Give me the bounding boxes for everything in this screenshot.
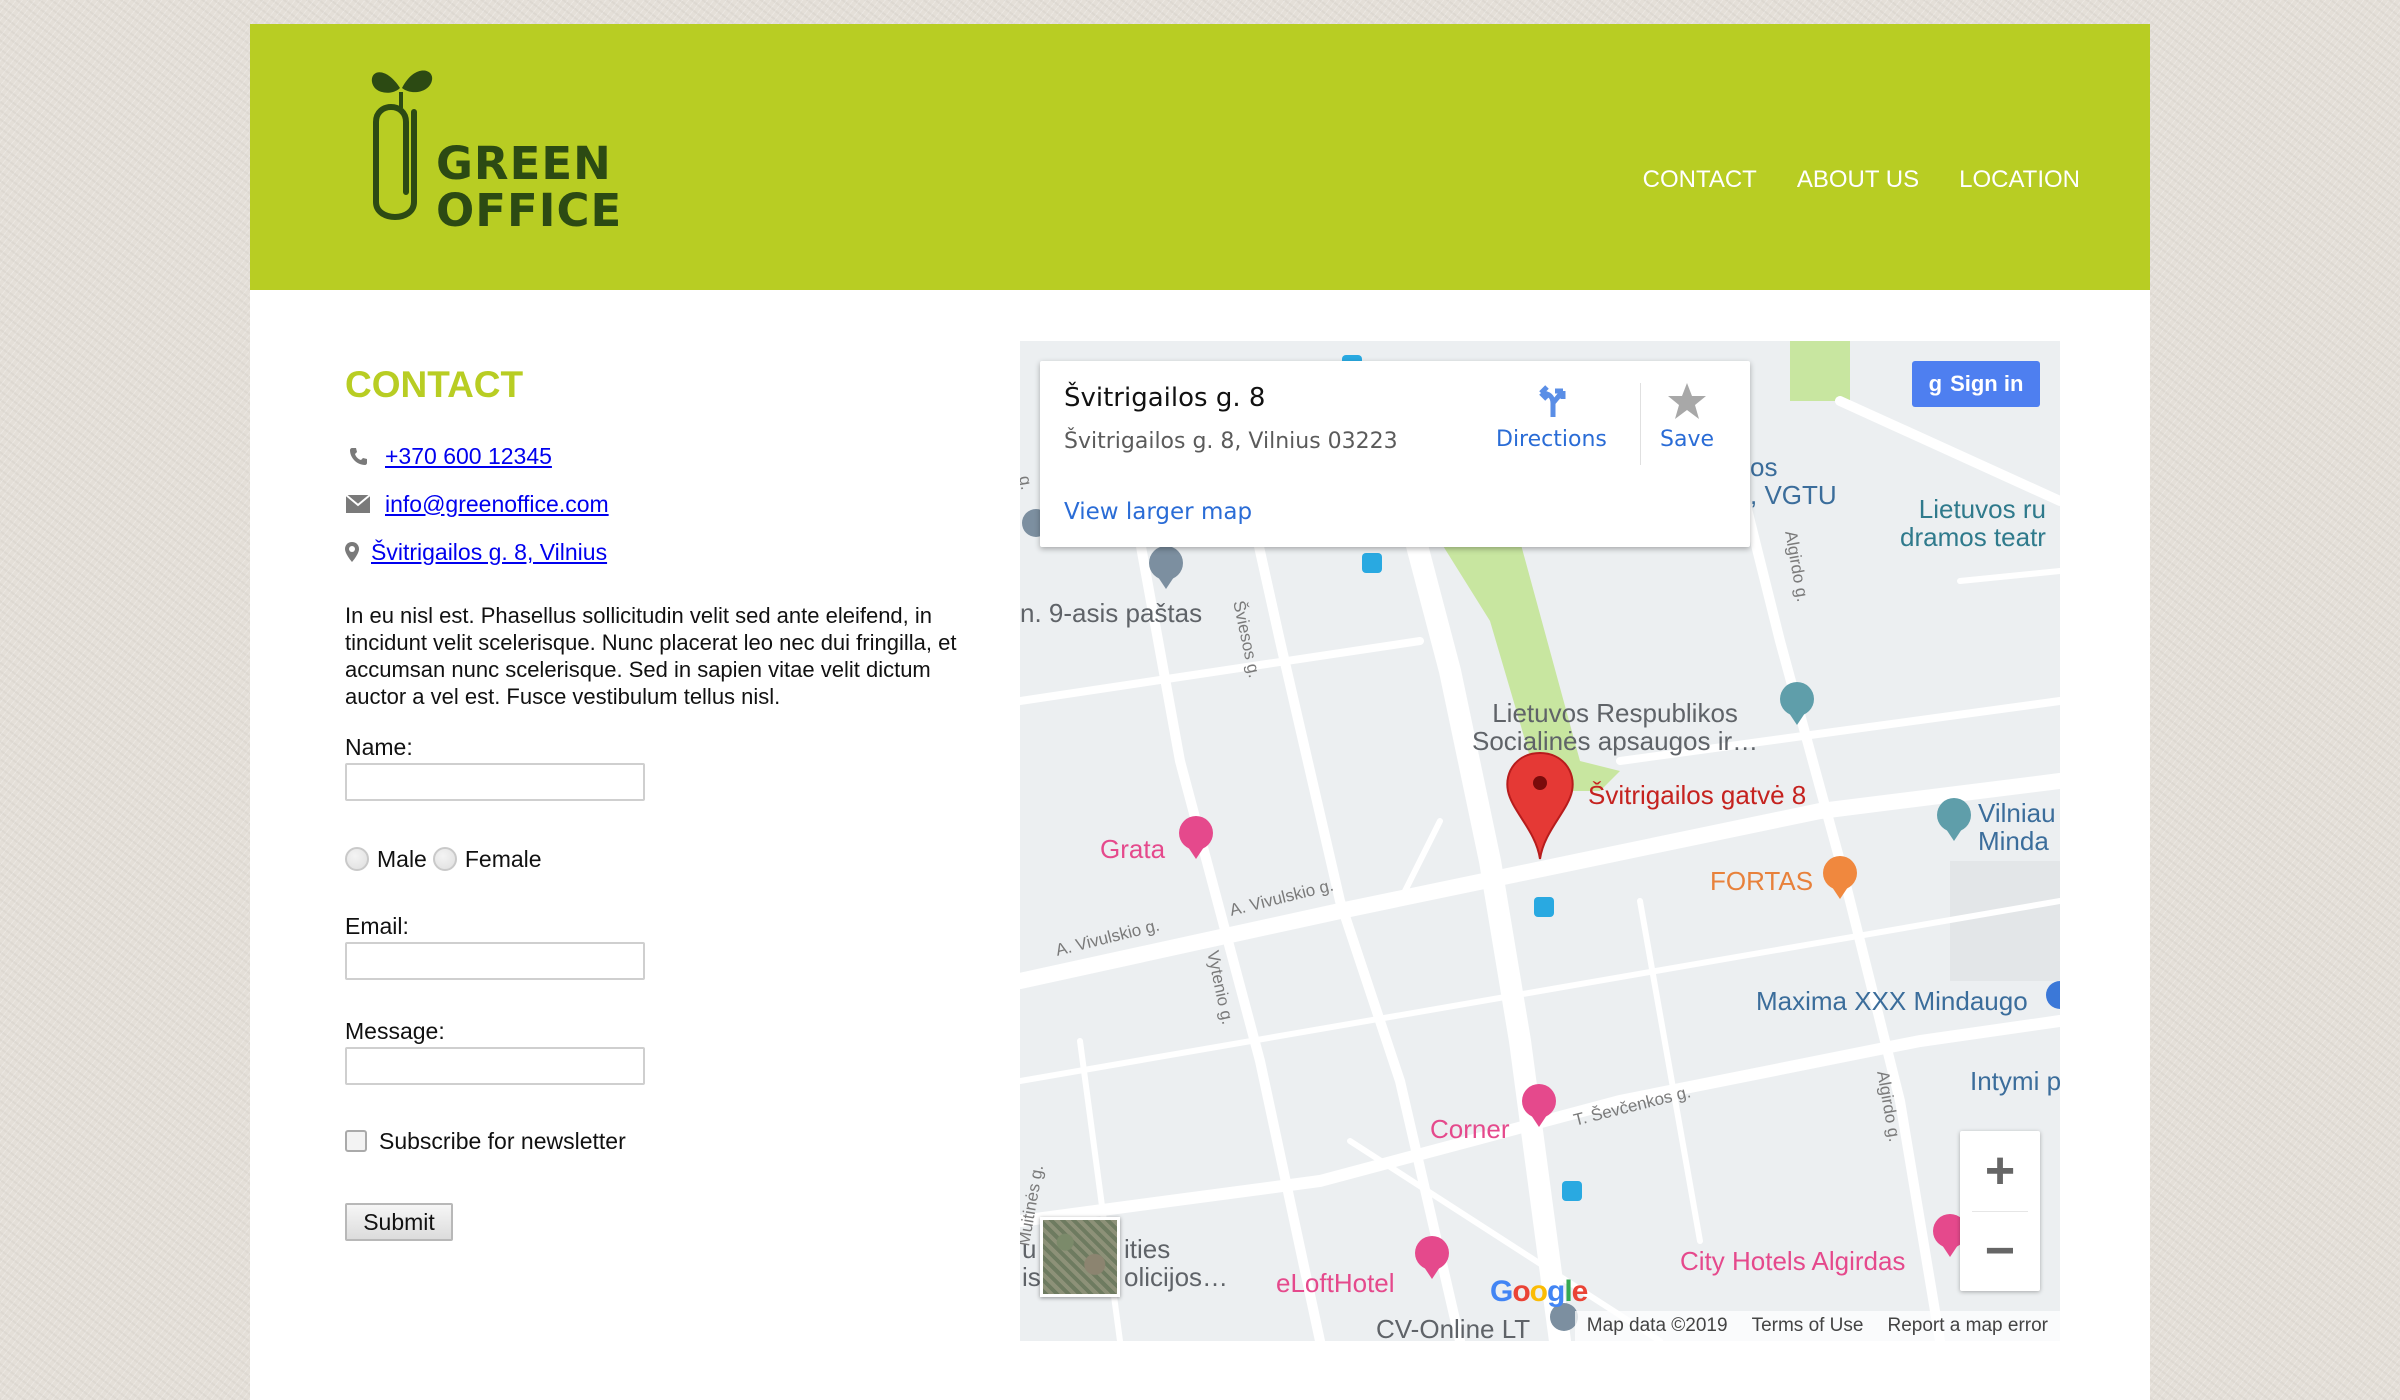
poi-grata[interactable]: Grata <box>1100 835 1165 863</box>
poi-maxima[interactable]: Maxima XXX Mindaugo <box>1756 987 2028 1015</box>
logo-text: GREEN OFFICE <box>436 140 622 234</box>
subscribe-label: Subscribe for newsletter <box>379 1127 626 1154</box>
place-address: Švitrigailos g. 8, Vilnius 03223 <box>1064 429 1398 454</box>
map-data-text: Map data ©2019 <box>1586 1315 1728 1336</box>
email-link[interactable]: info@greenoffice.com <box>385 491 609 518</box>
map-pin-icon <box>345 541 359 563</box>
directions-button[interactable]: Directions <box>1496 381 1607 452</box>
star-icon <box>1668 383 1706 419</box>
paperclip-leaf-icon <box>371 70 433 220</box>
email-field[interactable] <box>345 942 645 980</box>
male-radio[interactable] <box>345 847 369 871</box>
name-field[interactable] <box>345 763 645 801</box>
poi-city-police-prefix: u is <box>1022 1234 1041 1292</box>
save-label: Save <box>1660 427 1715 452</box>
female-radio[interactable] <box>432 847 457 871</box>
poi-post-office[interactable]: n. 9-asis paštas <box>1020 599 1202 627</box>
envelope-icon <box>345 493 371 515</box>
message-label: Message: <box>345 1018 445 1044</box>
signin-label: Sign in <box>1950 371 2024 396</box>
poi-city-police[interactable]: ities olicijos… <box>1124 1235 1228 1291</box>
poi-eloft[interactable]: eLoftHotel <box>1276 1269 1395 1297</box>
contact-description: In eu nisl est. Phasellus sollicitudin v… <box>345 603 957 709</box>
site-header: GREEN OFFICE CONTACT ABOUT US LOCATION <box>250 24 2150 290</box>
subscribe-checkbox[interactable] <box>345 1130 367 1152</box>
phone-row: +370 600 12345 <box>345 432 985 480</box>
place-info-card: Švitrigailos g. 8 Švitrigailos g. 8, Vil… <box>1040 361 1750 547</box>
male-label: Male <box>377 845 427 872</box>
map-embed[interactable]: Šviesos g. Algirdo g. A. Vivulskio g. A.… <box>1020 341 2060 1341</box>
poi-ministry[interactable]: Lietuvos Respublikos Socialinės apsaugos … <box>1472 699 1758 755</box>
poi-fortas[interactable]: FORTAS <box>1710 867 1813 895</box>
google-signin-button[interactable]: g Sign in <box>1912 361 2040 407</box>
poi-corner[interactable]: Corner <box>1430 1115 1509 1143</box>
terms-link[interactable]: Terms of Use <box>1752 1315 1864 1337</box>
poi-vilniaus[interactable]: Vilniau Minda <box>1978 799 2056 855</box>
poi-cv-online[interactable]: CV-Online LT <box>1376 1315 1530 1341</box>
zoom-out-button[interactable]: − <box>1960 1211 2040 1291</box>
email-label: Email: <box>345 913 409 939</box>
name-label: Name: <box>345 734 413 760</box>
poi-vgtu[interactable]: os, VGTU <box>1750 453 1837 509</box>
google-g-icon: g <box>1928 371 1943 396</box>
directions-icon <box>1539 385 1566 417</box>
pin-label[interactable]: Švitrigailos gatvė 8 <box>1588 781 1806 809</box>
poi-theatre[interactable]: Lietuvos ru dramos teatr <box>1900 495 2046 551</box>
gender-radios: Male Female <box>345 841 985 877</box>
report-error-link[interactable]: Report a map error <box>1887 1315 2048 1337</box>
zoom-in-button[interactable]: + <box>1960 1131 2040 1211</box>
email-row: info@greenoffice.com <box>345 480 985 528</box>
contact-title: CONTACT <box>345 364 524 405</box>
nav-about-us[interactable]: ABOUT US <box>1797 166 1919 194</box>
contact-form: Name: Male Female Email: Message: Subscr… <box>345 734 985 1241</box>
submit-button[interactable]: Submit <box>345 1203 453 1241</box>
zoom-controls: + − <box>1960 1131 2040 1291</box>
google-logo: Google <box>1490 1275 1588 1308</box>
phone-icon <box>345 445 371 467</box>
logo-text-line1: GREEN <box>436 137 612 190</box>
place-title: Švitrigailos g. 8 <box>1064 383 1266 413</box>
nav-contact[interactable]: CONTACT <box>1643 166 1757 194</box>
main-nav: CONTACT ABOUT US LOCATION <box>1643 166 2080 194</box>
contact-section: CONTACT +370 600 12345 info@greenoffice.… <box>345 364 985 1241</box>
nav-location[interactable]: LOCATION <box>1959 166 2080 194</box>
directions-label: Directions <box>1496 427 1607 452</box>
view-larger-map-link[interactable]: View larger map <box>1064 499 1252 525</box>
map-attribution: Map data ©2019 Terms of Use Report a map… <box>1574 1311 2060 1341</box>
address-row: Švitrigailos g. 8, Vilnius <box>345 528 985 576</box>
phone-link[interactable]: +370 600 12345 <box>385 443 552 470</box>
card-divider <box>1640 383 1641 465</box>
logo[interactable]: GREEN OFFICE <box>366 52 621 252</box>
message-field[interactable] <box>345 1047 645 1085</box>
subscribe-row: Subscribe for newsletter <box>345 1123 985 1159</box>
poi-intymi[interactable]: Intymi p <box>1970 1067 2060 1095</box>
address-link[interactable]: Švitrigailos g. 8, Vilnius <box>371 539 607 566</box>
logo-text-line2: OFFICE <box>436 184 623 237</box>
poi-city-hotels[interactable]: City Hotels Algirdas <box>1680 1247 1905 1275</box>
female-label: Female <box>464 845 542 872</box>
save-button[interactable]: Save <box>1660 381 1714 452</box>
satellite-toggle[interactable] <box>1040 1217 1120 1297</box>
page-container: GREEN OFFICE CONTACT ABOUT US LOCATION C… <box>250 24 2150 1400</box>
